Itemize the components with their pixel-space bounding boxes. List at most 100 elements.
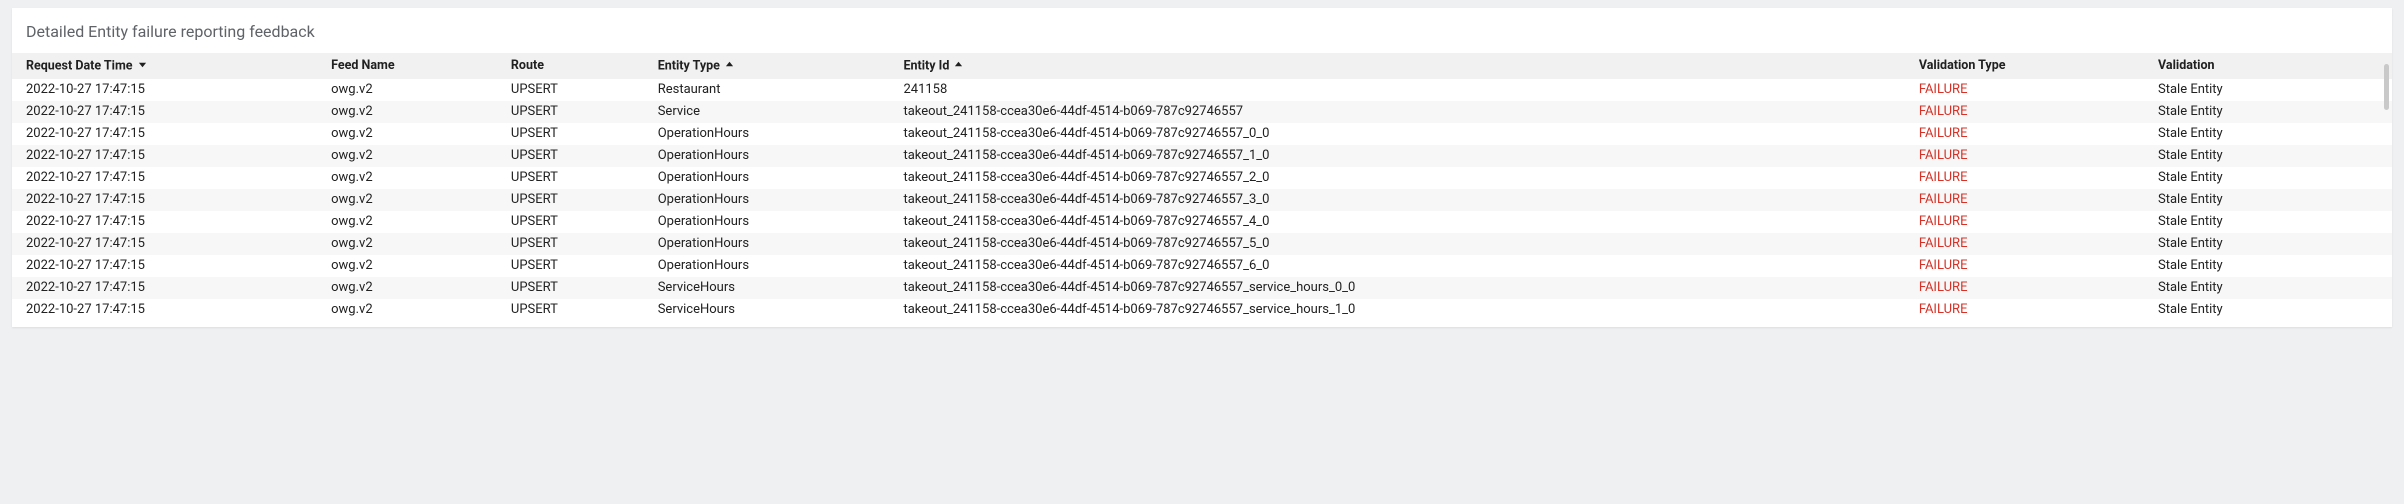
sort-desc-icon (138, 58, 147, 74)
cell-feed-name: owg.v2 (317, 255, 497, 277)
col-validation[interactable]: Validation (2144, 53, 2392, 79)
cell-route: UPSERT (497, 277, 644, 299)
cell-entity-id: 241158 (889, 79, 1904, 101)
cell-request-date-time: 2022-10-27 17:47:15 (12, 277, 317, 299)
col-validation-type[interactable]: Validation Type (1905, 53, 2144, 79)
cell-entity-type: OperationHours (644, 189, 890, 211)
cell-validation: Stale Entity (2144, 123, 2392, 145)
cell-entity-type: ServiceHours (644, 277, 890, 299)
cell-entity-type: OperationHours (644, 211, 890, 233)
cell-validation: Stale Entity (2144, 101, 2392, 123)
cell-request-date-time: 2022-10-27 17:47:15 (12, 167, 317, 189)
cell-validation: Stale Entity (2144, 189, 2392, 211)
cell-entity-id: takeout_241158-ccea30e6-44df-4514-b069-7… (889, 189, 1904, 211)
table-row: 2022-10-27 17:47:15owg.v2UPSERTOperation… (12, 123, 2392, 145)
cell-route: UPSERT (497, 101, 644, 123)
cell-request-date-time: 2022-10-27 17:47:15 (12, 145, 317, 167)
cell-route: UPSERT (497, 299, 644, 321)
cell-feed-name: owg.v2 (317, 123, 497, 145)
table-row: 2022-10-27 17:47:15owg.v2UPSERTServiceHo… (12, 277, 2392, 299)
cell-entity-type: OperationHours (644, 255, 890, 277)
cell-validation: Stale Entity (2144, 79, 2392, 101)
cell-entity-id: takeout_241158-ccea30e6-44df-4514-b069-7… (889, 145, 1904, 167)
report-table: Request Date Time Feed Name Route Entity… (12, 53, 2392, 321)
cell-entity-id: takeout_241158-ccea30e6-44df-4514-b069-7… (889, 233, 1904, 255)
cell-validation-type: FAILURE (1905, 145, 2144, 167)
cell-validation: Stale Entity (2144, 145, 2392, 167)
cell-validation: Stale Entity (2144, 299, 2392, 321)
cell-route: UPSERT (497, 233, 644, 255)
cell-route: UPSERT (497, 123, 644, 145)
cell-route: UPSERT (497, 145, 644, 167)
cell-entity-type: Service (644, 101, 890, 123)
table-body: 2022-10-27 17:47:15owg.v2UPSERTRestauran… (12, 79, 2392, 321)
cell-validation-type: FAILURE (1905, 167, 2144, 189)
table-row: 2022-10-27 17:47:15owg.v2UPSERTServiceta… (12, 101, 2392, 123)
col-label: Entity Id (903, 58, 949, 73)
cell-validation-type: FAILURE (1905, 233, 2144, 255)
cell-request-date-time: 2022-10-27 17:47:15 (12, 123, 317, 145)
cell-entity-id: takeout_241158-ccea30e6-44df-4514-b069-7… (889, 211, 1904, 233)
cell-route: UPSERT (497, 255, 644, 277)
table-row: 2022-10-27 17:47:15owg.v2UPSERTOperation… (12, 211, 2392, 233)
cell-validation: Stale Entity (2144, 233, 2392, 255)
cell-route: UPSERT (497, 211, 644, 233)
cell-entity-id: takeout_241158-ccea30e6-44df-4514-b069-7… (889, 255, 1904, 277)
cell-entity-type: Restaurant (644, 79, 890, 101)
cell-feed-name: owg.v2 (317, 299, 497, 321)
cell-feed-name: owg.v2 (317, 277, 497, 299)
cell-validation-type: FAILURE (1905, 299, 2144, 321)
cell-feed-name: owg.v2 (317, 167, 497, 189)
cell-entity-type: ServiceHours (644, 299, 890, 321)
cell-route: UPSERT (497, 79, 644, 101)
table-row: 2022-10-27 17:47:15owg.v2UPSERTRestauran… (12, 79, 2392, 101)
sort-asc-icon (725, 58, 734, 74)
sort-asc-icon (954, 58, 963, 74)
cell-request-date-time: 2022-10-27 17:47:15 (12, 233, 317, 255)
cell-feed-name: owg.v2 (317, 79, 497, 101)
col-request-date-time[interactable]: Request Date Time (12, 53, 317, 79)
cell-route: UPSERT (497, 189, 644, 211)
cell-validation-type: FAILURE (1905, 101, 2144, 123)
cell-entity-type: OperationHours (644, 123, 890, 145)
report-card: Detailed Entity failure reporting feedba… (12, 8, 2392, 327)
cell-validation-type: FAILURE (1905, 211, 2144, 233)
cell-request-date-time: 2022-10-27 17:47:15 (12, 255, 317, 277)
col-label: Route (511, 58, 544, 73)
col-route[interactable]: Route (497, 53, 644, 79)
cell-validation: Stale Entity (2144, 211, 2392, 233)
col-entity-id[interactable]: Entity Id (889, 53, 1904, 79)
cell-feed-name: owg.v2 (317, 233, 497, 255)
table-row: 2022-10-27 17:47:15owg.v2UPSERTOperation… (12, 167, 2392, 189)
table-row: 2022-10-27 17:47:15owg.v2UPSERTOperation… (12, 255, 2392, 277)
col-entity-type[interactable]: Entity Type (644, 53, 890, 79)
col-label: Entity Type (658, 58, 720, 73)
table-row: 2022-10-27 17:47:15owg.v2UPSERTServiceHo… (12, 299, 2392, 321)
cell-feed-name: owg.v2 (317, 145, 497, 167)
cell-validation: Stale Entity (2144, 167, 2392, 189)
cell-feed-name: owg.v2 (317, 101, 497, 123)
cell-validation-type: FAILURE (1905, 123, 2144, 145)
table-row: 2022-10-27 17:47:15owg.v2UPSERTOperation… (12, 145, 2392, 167)
scrollbar-thumb[interactable] (2384, 64, 2389, 110)
cell-validation-type: FAILURE (1905, 189, 2144, 211)
cell-entity-id: takeout_241158-ccea30e6-44df-4514-b069-7… (889, 123, 1904, 145)
table-header-row: Request Date Time Feed Name Route Entity… (12, 53, 2392, 79)
cell-feed-name: owg.v2 (317, 189, 497, 211)
cell-entity-id: takeout_241158-ccea30e6-44df-4514-b069-7… (889, 299, 1904, 321)
col-label: Validation Type (1919, 58, 2006, 73)
cell-route: UPSERT (497, 167, 644, 189)
table-row: 2022-10-27 17:47:15owg.v2UPSERTOperation… (12, 233, 2392, 255)
cell-validation: Stale Entity (2144, 255, 2392, 277)
cell-validation-type: FAILURE (1905, 79, 2144, 101)
cell-validation-type: FAILURE (1905, 255, 2144, 277)
cell-validation: Stale Entity (2144, 277, 2392, 299)
col-feed-name[interactable]: Feed Name (317, 53, 497, 79)
cell-request-date-time: 2022-10-27 17:47:15 (12, 299, 317, 321)
cell-entity-type: OperationHours (644, 167, 890, 189)
cell-request-date-time: 2022-10-27 17:47:15 (12, 189, 317, 211)
cell-entity-type: OperationHours (644, 233, 890, 255)
cell-request-date-time: 2022-10-27 17:47:15 (12, 79, 317, 101)
cell-entity-type: OperationHours (644, 145, 890, 167)
cell-entity-id: takeout_241158-ccea30e6-44df-4514-b069-7… (889, 277, 1904, 299)
